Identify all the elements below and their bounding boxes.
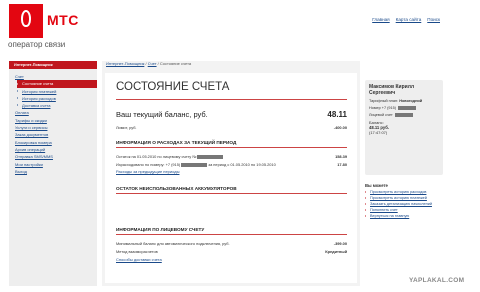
min-balance-value: -399.00	[333, 241, 347, 246]
breadcrumb: Интернет-Помощник / Счет / Состояние сче…	[102, 61, 191, 66]
link-payment-history[interactable]: Просмотреть историю платежей	[365, 196, 443, 201]
previous-periods-link[interactable]: Расходы за предыдущие периоды	[116, 169, 179, 174]
remainder-label: Остаток на 01.05.2010 по лицевому счету …	[116, 154, 197, 159]
brand-tagline: оператор связи	[8, 40, 66, 49]
account-status-panel: СОСТОЯНИЕ СЧЕТА Ваш текущий баланс, руб.…	[105, 73, 357, 283]
redacted-phone-number	[181, 162, 208, 167]
delivery-methods-link[interactable]: Способы доставки счета	[116, 257, 162, 262]
sidebar-item-account-status[interactable]: Состояние счета	[17, 80, 97, 88]
link-home[interactable]: Вернуться на главную	[365, 214, 443, 219]
settlement-method-row: Метод взаиморасчетов Кредитный	[116, 249, 347, 254]
breadcrumb-home[interactable]: Интернет-Помощник	[106, 61, 144, 66]
number-label: Номер +7 (915)	[369, 106, 396, 110]
min-balance-label: Минимальный баланс для автоматического п…	[116, 241, 230, 246]
settlement-method-label: Метод взаиморасчетов	[116, 249, 158, 254]
redacted-account-number	[394, 113, 413, 117]
sidebar-item-logout[interactable]: Выход	[15, 168, 97, 175]
number-line: Номер +7 (915)	[369, 106, 439, 110]
user-card: Максимов Кирилл Сергеевич Тарифный план:…	[365, 80, 443, 175]
user-balance-time: (17:47:07)	[369, 130, 388, 135]
main-content: Интернет-Помощник / Счет / Состояние сче…	[102, 61, 360, 286]
sidebar-item-expense-history[interactable]: История расходов	[17, 95, 97, 102]
sidebar-item-payment[interactable]: Оплата	[15, 109, 97, 116]
section-account-info-title: ИНФОРМАЦИЯ ПО ЛИЦЕВОМУ СЧЕТУ	[116, 227, 205, 232]
right-column: Максимов Кирилл Сергеевич Тарифный план:…	[365, 80, 443, 218]
tariff-value: Новогодний	[399, 99, 423, 103]
sidebar-item-services[interactable]: Услуги и сервисы	[15, 124, 97, 131]
you-can-title: Вы можете	[365, 183, 388, 188]
min-balance-row: Минимальный баланс для автоматического п…	[116, 241, 347, 246]
sidebar: Интернет-Помощник Счет Состояние счета И…	[9, 61, 97, 286]
link-expense-history[interactable]: Просмотреть историю расходов	[365, 190, 443, 195]
limit-label: Лимит, руб.	[116, 125, 137, 130]
sidebar-item-sms[interactable]: Отправка SMS/MMS	[15, 153, 97, 160]
user-name: Максимов Кирилл Сергеевич	[369, 84, 415, 96]
sidebar-item-payment-history[interactable]: История платежей	[17, 88, 97, 95]
top-link-home[interactable]: Главная	[372, 17, 389, 22]
divider	[116, 234, 347, 235]
balance-label: Ваш текущий баланс, руб.	[116, 110, 208, 119]
sidebar-item-archive[interactable]: Архив операций	[15, 146, 97, 153]
sidebar-nav: Счет Состояние счета История платежей Ис…	[9, 69, 97, 175]
spent-row: Израсходовано по номеру: +7 (915) за пер…	[116, 162, 347, 167]
sidebar-item-documents[interactable]: Заказ документов	[15, 131, 97, 138]
tariff-label: Тарифный план:	[369, 99, 399, 103]
sidebar-item-account[interactable]: Счет	[15, 73, 97, 80]
user-balance: Баланс: 48.11 руб. (17:47:07)	[369, 120, 439, 135]
sidebar-header: Интернет-Помощник	[9, 61, 97, 69]
limit-row: Лимит, руб. -400.00	[116, 125, 347, 130]
breadcrumb-account[interactable]: Счет	[148, 61, 157, 66]
egg-icon	[21, 10, 31, 27]
divider	[116, 147, 347, 148]
redacted-account-number	[197, 154, 224, 159]
account-label: Лицевой счет	[369, 113, 393, 117]
page-title: СОСТОЯНИЕ СЧЕТА	[116, 81, 230, 93]
sidebar-item-settings[interactable]: Мои настройки	[15, 161, 97, 168]
limit-value: -400.00	[333, 125, 347, 130]
top-link-search[interactable]: Поиск	[427, 17, 440, 22]
sidebar-item-block-number[interactable]: Блокировка номера	[15, 139, 97, 146]
section-expenses-title: ИНФОРМАЦИЯ О РАСХОДАХ ЗА ТЕКУЩИЙ ПЕРИОД	[116, 140, 237, 145]
mts-logo-text: МТС	[47, 12, 79, 28]
top-links: Главная Карта сайта Поиск	[372, 17, 440, 22]
tariff-line: Тарифный план: Новогодний	[369, 99, 439, 103]
breadcrumb-current: Состояние счета	[159, 61, 192, 66]
balance-value: 48.11	[327, 110, 347, 119]
sidebar-item-bill-delivery[interactable]: Доставка счета	[17, 102, 97, 109]
spent-period: за период с 01.05.2010 по 19.05.2010	[208, 162, 276, 167]
watermark: YAPLAKAL.COM	[409, 277, 465, 284]
section-accumulators-title: ОСТАТОК НЕИСПОЛЬЗОВАННЫХ АККУМУЛЯТОРОВ	[116, 186, 237, 191]
top-link-sitemap[interactable]: Карта сайта	[396, 17, 422, 22]
link-order-details[interactable]: Заказать детализацию начислений	[365, 202, 443, 207]
redacted-phone-number	[398, 106, 417, 110]
sidebar-item-tariffs[interactable]: Тарифы и скидки	[15, 117, 97, 124]
link-top-up[interactable]: Пополнить счет	[365, 208, 443, 213]
remainder-value: 158.39	[335, 154, 347, 159]
divider	[116, 99, 347, 100]
spent-label: Израсходовано по номеру: +7 (915)	[116, 162, 181, 167]
remainder-row: Остаток на 01.05.2010 по лицевому счету …	[116, 154, 347, 159]
divider	[116, 193, 347, 194]
settlement-method-value: Кредитный	[325, 249, 347, 254]
spent-value: 17.80	[337, 162, 347, 167]
account-line: Лицевой счет	[369, 113, 439, 117]
mts-logo-mark	[9, 4, 43, 38]
